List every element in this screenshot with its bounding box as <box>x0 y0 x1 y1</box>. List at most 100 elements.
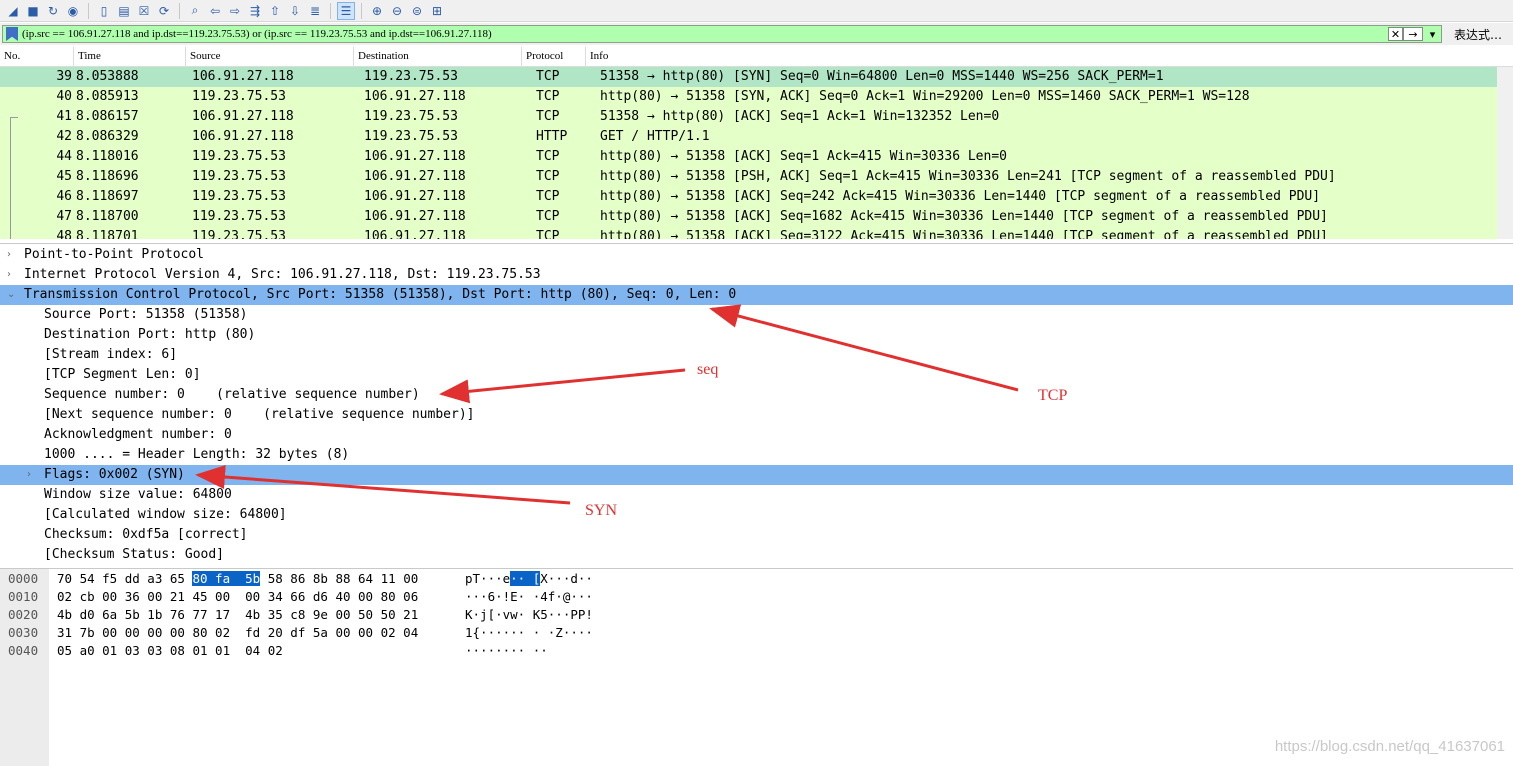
options-icon[interactable]: ◉ <box>64 2 82 20</box>
zoom-in-icon[interactable]: ⊕ <box>368 2 386 20</box>
detail-row[interactable]: Acknowledgment number: 0 <box>0 425 1513 445</box>
resize-columns-icon[interactable]: ⊞ <box>428 2 446 20</box>
filter-text[interactable]: (ip.src == 106.91.27.118 and ip.dst==119… <box>22 28 492 40</box>
packet-row[interactable]: 45 8.118696 119.23.75.53 106.91.27.118 TCP ht… <box>0 167 1513 187</box>
autoscroll-icon[interactable]: ≣ <box>306 2 324 20</box>
column-header-no[interactable]: No. <box>0 47 74 66</box>
clear-filter-icon[interactable]: ✕ <box>1388 27 1403 41</box>
detail-text: Flags: 0x002 (SYN) <box>44 467 185 482</box>
ascii-bytes[interactable]: pT···e·· [X···d·· <box>465 570 593 588</box>
apply-filter-icon[interactable]: → <box>1403 27 1423 41</box>
hex-bytes-segment: 58 86 8b 88 64 11 00 <box>260 571 419 586</box>
packet-source: 106.91.27.118 <box>192 109 294 124</box>
column-header-protocol[interactable]: Protocol <box>522 47 586 66</box>
detail-row[interactable]: Source Port: 51358 (51358) <box>0 305 1513 325</box>
packet-row[interactable]: 41 8.086157 106.91.27.118 119.23.75.53 TCP 51… <box>0 107 1513 127</box>
packet-destination: 106.91.27.118 <box>364 149 466 164</box>
ascii-bytes[interactable]: ········ ·· <box>465 642 548 660</box>
expand-arrow-icon[interactable]: › <box>7 245 11 265</box>
colorize-icon[interactable]: ☰ <box>337 1 355 20</box>
filter-dropdown-icon[interactable]: ▾ <box>1425 27 1440 41</box>
shark-fin-icon[interactable]: ◢ <box>4 2 22 20</box>
bookmark-icon[interactable] <box>6 27 18 41</box>
byte-offset: 0000 <box>8 571 39 586</box>
restart-icon[interactable]: ↻ <box>44 2 62 20</box>
detail-row[interactable]: › Internet Protocol Version 4, Src: 106.9… <box>0 265 1513 285</box>
packet-row[interactable]: 47 8.118700 119.23.75.53 106.91.27.118 TCP ht… <box>0 207 1513 227</box>
go-back-icon[interactable]: ⇦ <box>206 2 224 20</box>
packet-source: 119.23.75.53 <box>192 89 286 104</box>
stop-icon[interactable]: ■ <box>24 2 42 20</box>
packet-destination: 119.23.75.53 <box>364 109 458 124</box>
packet-destination: 106.91.27.118 <box>364 209 466 224</box>
detail-row[interactable]: › Point-to-Point Protocol <box>0 245 1513 265</box>
close-file-icon[interactable]: ☒ <box>135 2 153 20</box>
detail-row[interactable]: ⌄ Transmission Control Protocol, Src Port… <box>0 285 1513 305</box>
toolbar-separator <box>88 2 89 19</box>
byte-offset: 0030 <box>8 625 39 640</box>
detail-text: Checksum: 0xdf5a [correct] <box>44 527 248 542</box>
packet-time: 8.086329 <box>76 129 139 144</box>
packet-row[interactable]: 44 8.118016 119.23.75.53 106.91.27.118 TCP ht… <box>0 147 1513 167</box>
packet-row[interactable]: 42 8.086329 106.91.27.118 119.23.75.53 HTTP G… <box>0 127 1513 147</box>
packet-row[interactable]: 48 8.118701 119.23.75.53 106.91.27.118 TCP ht… <box>0 227 1513 239</box>
hex-bytes[interactable]: 02 cb 00 36 00 21 45 00 00 34 66 d6 40 0… <box>57 588 418 606</box>
detail-row[interactable]: Window size value: 64800 <box>0 485 1513 505</box>
save-icon[interactable]: ▤ <box>115 2 133 20</box>
packet-time: 8.118696 <box>76 169 139 184</box>
packet-no: 40 <box>56 89 72 104</box>
find-icon[interactable]: ⌕ <box>186 2 204 20</box>
hex-bytes[interactable]: 70 54 f5 dd a3 65 80 fa 5b 58 86 8b 88 6… <box>57 570 418 588</box>
packet-source: 119.23.75.53 <box>192 209 286 224</box>
display-filter-input[interactable]: (ip.src == 106.91.27.118 and ip.dst==119… <box>2 25 1442 43</box>
detail-row[interactable]: [Checksum Status: Good] <box>0 545 1513 565</box>
ascii-bytes[interactable]: K·j[·vw· K5···PP! <box>465 606 593 624</box>
detail-row[interactable]: Checksum: 0xdf5a [correct] <box>0 525 1513 545</box>
packet-protocol: TCP <box>536 149 560 164</box>
packet-no: 44 <box>56 149 72 164</box>
packet-list-scrollbar[interactable] <box>1497 67 1513 239</box>
column-header-destination[interactable]: Destination <box>354 47 522 66</box>
detail-row[interactable]: Sequence number: 0 (relative sequence nu… <box>0 385 1513 405</box>
packet-destination: 119.23.75.53 <box>364 69 458 84</box>
ascii-bytes[interactable]: 1{······ · ·Z···· <box>465 624 593 642</box>
detail-row[interactable]: Destination Port: http (80) <box>0 325 1513 345</box>
packet-source: 106.91.27.118 <box>192 69 294 84</box>
toolbar-separator <box>179 2 180 19</box>
column-header-time[interactable]: Time <box>74 47 186 66</box>
reload-icon[interactable]: ⟳ <box>155 2 173 20</box>
packet-list: No. Time Source Destination Protocol Inf… <box>0 47 1513 239</box>
detail-row[interactable]: 1000 .... = Header Length: 32 bytes (8) <box>0 445 1513 465</box>
expand-arrow-icon[interactable]: › <box>27 465 31 485</box>
detail-row[interactable]: [Next sequence number: 0 (relative seque… <box>0 405 1513 425</box>
hex-bytes[interactable]: 31 7b 00 00 00 00 80 02 fd 20 df 5a 00 0… <box>57 624 418 642</box>
hex-bytes[interactable]: 05 a0 01 03 03 08 01 01 04 02 <box>57 642 283 660</box>
ascii-bytes-segment: ········ ·· <box>465 643 548 658</box>
zoom-out-icon[interactable]: ⊖ <box>388 2 406 20</box>
detail-row[interactable]: [Calculated window size: 64800] <box>0 505 1513 525</box>
hex-bytes[interactable]: 4b d0 6a 5b 1b 76 77 17 4b 35 c8 9e 00 5… <box>57 606 418 624</box>
detail-row[interactable]: [Stream index: 6] <box>0 345 1513 365</box>
expand-arrow-icon[interactable]: › <box>7 265 11 285</box>
packet-row[interactable]: 39 8.053888 106.91.27.118 119.23.75.53 TCP 51… <box>0 67 1513 87</box>
go-forward-icon[interactable]: ⇨ <box>226 2 244 20</box>
syn-annotation-label: SYN <box>585 502 618 519</box>
detail-row[interactable]: › Flags: 0x002 (SYN) <box>0 465 1513 485</box>
go-to-packet-icon[interactable]: ⇶ <box>246 2 264 20</box>
packet-row[interactable]: 46 8.118697 119.23.75.53 106.91.27.118 TCP ht… <box>0 187 1513 207</box>
packet-protocol: TCP <box>536 109 560 124</box>
packet-source: 119.23.75.53 <box>192 149 286 164</box>
column-header-info[interactable]: Info <box>586 47 1513 66</box>
detail-row[interactable]: [TCP Segment Len: 0] <box>0 365 1513 385</box>
ascii-bytes-segment: ···6·!E· ·4f·@··· <box>465 589 593 604</box>
collapse-arrow-icon[interactable]: ⌄ <box>7 285 15 305</box>
column-header-source[interactable]: Source <box>186 47 354 66</box>
packet-row[interactable]: 40 8.085913 119.23.75.53 106.91.27.118 TCP ht… <box>0 87 1513 107</box>
expression-button[interactable]: 表达式… <box>1454 26 1502 43</box>
open-file-icon[interactable]: ▯ <box>95 2 113 20</box>
last-packet-icon[interactable]: ⇩ <box>286 2 304 20</box>
packet-destination: 106.91.27.118 <box>364 89 466 104</box>
zoom-normal-icon[interactable]: ⊜ <box>408 2 426 20</box>
first-packet-icon[interactable]: ⇧ <box>266 2 284 20</box>
ascii-bytes[interactable]: ···6·!E· ·4f·@··· <box>465 588 593 606</box>
